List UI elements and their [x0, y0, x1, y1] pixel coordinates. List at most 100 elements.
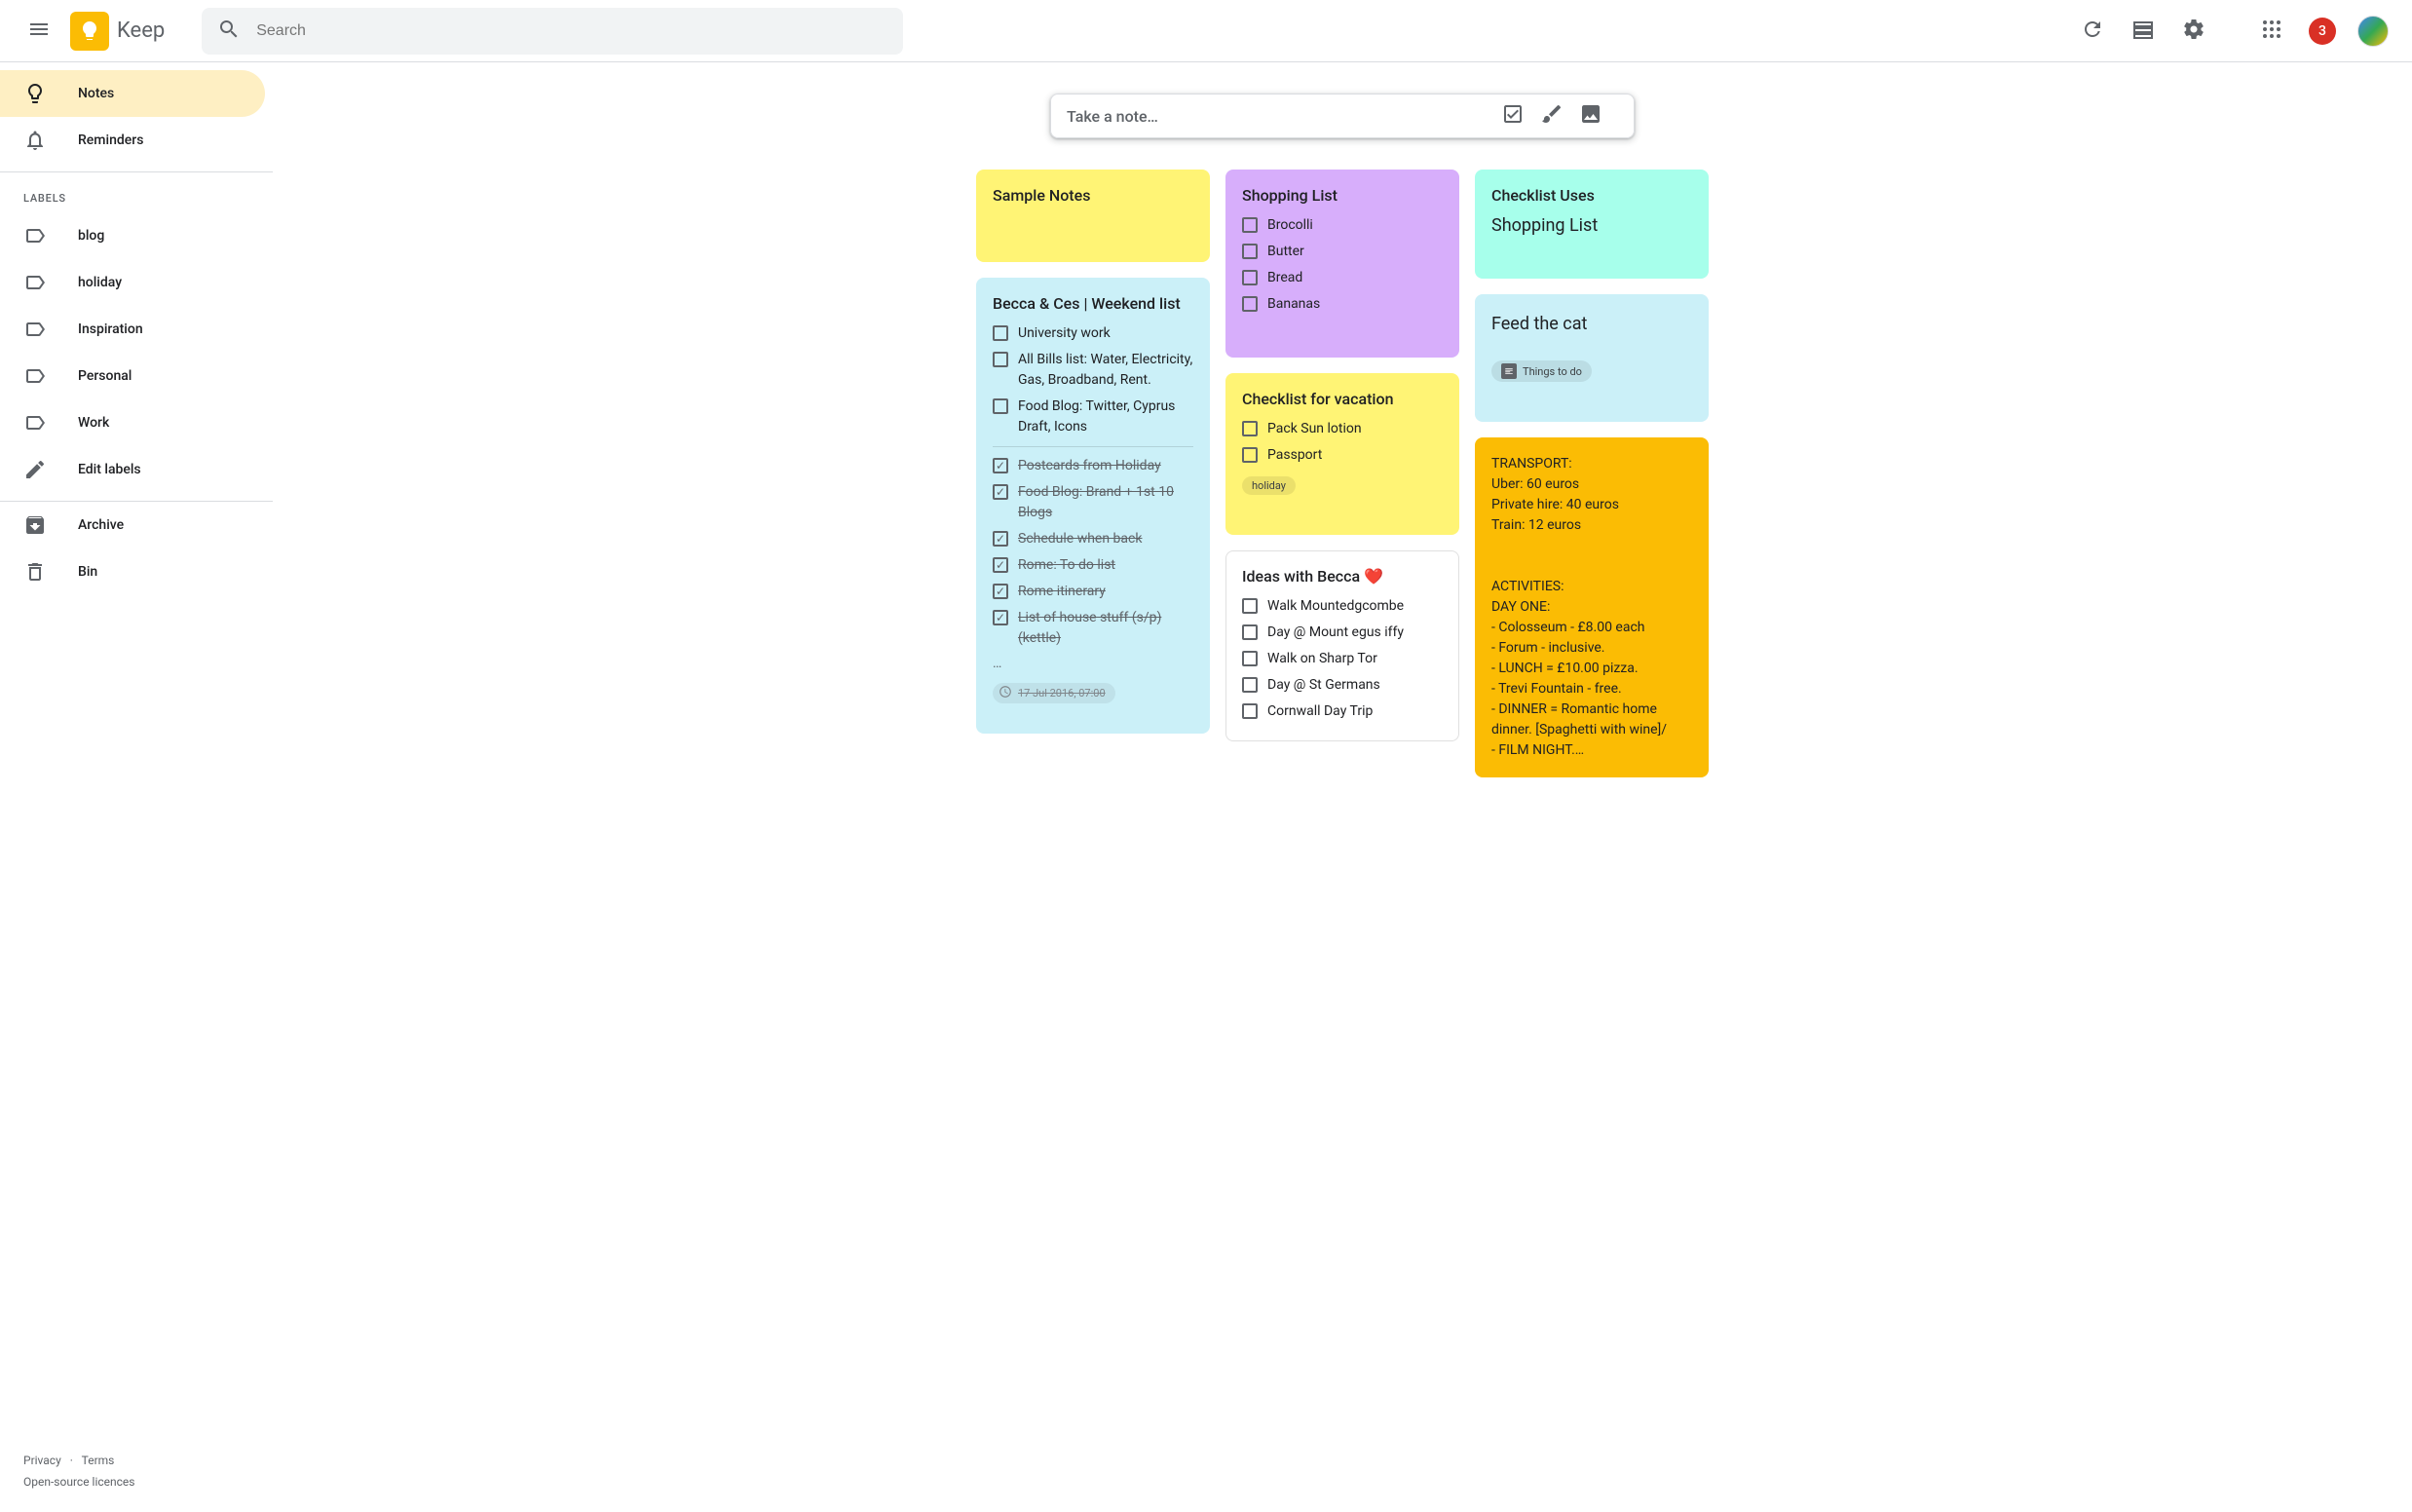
note-card-vacation[interactable]: Checklist for vacation Pack Sun lotion P…: [1225, 373, 1459, 535]
sidebar-item-label: Work: [78, 415, 109, 431]
sidebar-item-edit-labels[interactable]: Edit labels: [0, 446, 265, 493]
bell-icon: [23, 129, 47, 152]
refresh-button[interactable]: [2069, 8, 2116, 55]
sidebar-item-label: Inspiration: [78, 321, 143, 337]
checklist-item[interactable]: Butter: [1242, 239, 1443, 265]
more-indicator: …: [993, 652, 1193, 675]
sidebar-item-label: Bin: [78, 564, 97, 580]
sidebar-label-holiday[interactable]: holiday: [0, 259, 265, 306]
main-content: Take a note… Sample Notes Becca & Ces | …: [273, 62, 2412, 1512]
note-body: Shopping List: [1491, 212, 1692, 239]
checklist-item[interactable]: Day @ St Germans: [1242, 672, 1443, 699]
clock-icon: [999, 685, 1012, 701]
sidebar-item-label: Archive: [78, 517, 124, 533]
google-apps-button[interactable]: [2248, 8, 2295, 55]
checklist-item[interactable]: Rome itinerary: [993, 579, 1193, 605]
sidebar-item-bin[interactable]: Bin: [0, 548, 265, 595]
note-card-weekend[interactable]: Becca & Ces | Weekend list University wo…: [976, 278, 1210, 734]
reminder-time: 17 Jul 2016, 07:00: [1018, 687, 1106, 699]
brush-icon: [1540, 102, 1579, 130]
new-image-button[interactable]: [1579, 96, 1618, 135]
note-card-sample[interactable]: Sample Notes: [976, 170, 1210, 262]
archive-icon: [23, 513, 47, 537]
new-drawing-button[interactable]: [1540, 96, 1579, 135]
sidebar-item-label: Notes: [78, 86, 114, 101]
note-title: Ideas with Becca ❤️: [1242, 567, 1443, 586]
settings-button[interactable]: [2170, 8, 2217, 55]
notes-grid: Sample Notes Becca & Ces | Weekend list …: [351, 170, 2334, 777]
checklist-item[interactable]: Day @ Mount egus iffy: [1242, 620, 1443, 646]
note-title: Becca & Ces | Weekend list: [993, 294, 1193, 313]
sidebar-item-label: Personal: [78, 368, 132, 384]
note-card-shopping[interactable]: Shopping List Brocolli Butter Bread Bana…: [1225, 170, 1459, 358]
note-card-checklist-uses[interactable]: Checklist Uses Shopping List: [1475, 170, 1709, 279]
sidebar-label-blog[interactable]: blog: [0, 212, 265, 259]
checklist-item[interactable]: Walk Mountedgcombe: [1242, 593, 1443, 620]
note-card-transport[interactable]: TRANSPORT:Uber: 60 eurosPrivate hire: 40…: [1475, 437, 1709, 777]
checklist-item[interactable]: University work: [993, 321, 1193, 347]
checklist-item[interactable]: Rome: To do list: [993, 552, 1193, 579]
pencil-icon: [23, 458, 47, 481]
image-icon: [1579, 102, 1618, 130]
notifications-button[interactable]: 3: [2299, 8, 2346, 55]
checklist-item[interactable]: Schedule when back: [993, 526, 1193, 552]
note-card-ideas[interactable]: Ideas with Becca ❤️ Walk Mountedgcombe D…: [1225, 550, 1459, 741]
checklist-item[interactable]: Bread: [1242, 265, 1443, 291]
licences-link[interactable]: Open-source licences: [23, 1475, 134, 1489]
search-button[interactable]: [209, 12, 248, 51]
checklist-item[interactable]: Pack Sun lotion: [1242, 416, 1443, 442]
search-input[interactable]: [256, 22, 895, 40]
checklist-item[interactable]: Cornwall Day Trip: [1242, 699, 1443, 725]
sidebar-item-notes[interactable]: Notes: [0, 70, 265, 117]
note-title: Sample Notes: [993, 186, 1193, 205]
label-icon: [23, 318, 47, 341]
list-view-button[interactable]: [2120, 8, 2167, 55]
keep-logo-icon: [70, 12, 109, 51]
refresh-icon: [2081, 18, 2104, 45]
sidebar-footer: Privacy · Terms Open-source licences: [0, 1438, 273, 1512]
note-title: Feed the cat: [1491, 311, 1692, 337]
label-icon: [23, 271, 47, 294]
search-bar[interactable]: [202, 8, 903, 55]
note-title: Shopping List: [1242, 186, 1443, 205]
account-button[interactable]: [2350, 8, 2396, 55]
checklist-item[interactable]: Passport: [1242, 442, 1443, 469]
menu-icon: [27, 18, 51, 45]
checklist-item[interactable]: Food Blog: Brand + 1st 10 Blogs: [993, 479, 1193, 526]
app-name: Keep: [117, 19, 165, 43]
checklist-item[interactable]: List of house stuff (s/p) (kettle): [993, 605, 1193, 652]
take-note-placeholder: Take a note…: [1067, 107, 1501, 126]
terms-link[interactable]: Terms: [82, 1454, 115, 1467]
checklist-item[interactable]: Food Blog: Twitter, Cyprus Draft, Icons: [993, 394, 1193, 440]
lightbulb-icon: [23, 82, 47, 105]
checklist-item[interactable]: Bananas: [1242, 291, 1443, 318]
sidebar-item-reminders[interactable]: Reminders: [0, 117, 265, 164]
search-icon: [217, 18, 241, 45]
sidebar-label-work[interactable]: Work: [0, 399, 265, 446]
sidebar-label-inspiration[interactable]: Inspiration: [0, 306, 265, 353]
main-menu-button[interactable]: [16, 8, 62, 55]
checklist-item[interactable]: All Bills list: Water, Electricity, Gas,…: [993, 347, 1193, 394]
trash-icon: [23, 560, 47, 584]
label-icon: [23, 411, 47, 435]
new-list-button[interactable]: [1501, 96, 1540, 135]
sidebar-label-personal[interactable]: Personal: [0, 353, 265, 399]
privacy-link[interactable]: Privacy: [23, 1454, 61, 1467]
sidebar: Notes Reminders LABELS blog holiday Insp…: [0, 62, 273, 1512]
take-note-bar[interactable]: Take a note…: [1050, 94, 1635, 138]
list-view-icon: [2131, 18, 2155, 45]
reminder-chip[interactable]: 17 Jul 2016, 07:00: [993, 683, 1115, 703]
note-card-feed-cat[interactable]: Feed the cat Things to do: [1475, 294, 1709, 422]
document-icon: [1501, 363, 1517, 379]
sidebar-item-archive[interactable]: Archive: [0, 502, 265, 548]
doc-chip[interactable]: Things to do: [1491, 360, 1592, 382]
sidebar-item-label: Reminders: [78, 132, 143, 148]
header-actions: 3: [2069, 8, 2396, 55]
label-icon: [23, 364, 47, 388]
checklist-item[interactable]: Brocolli: [1242, 212, 1443, 239]
checklist-item[interactable]: Walk on Sharp Tor: [1242, 646, 1443, 672]
app-logo[interactable]: Keep: [70, 12, 165, 51]
checklist-item[interactable]: Postcards from Holiday: [993, 453, 1193, 479]
label-chip[interactable]: holiday: [1242, 476, 1296, 495]
sidebar-item-label: Edit labels: [78, 462, 141, 477]
